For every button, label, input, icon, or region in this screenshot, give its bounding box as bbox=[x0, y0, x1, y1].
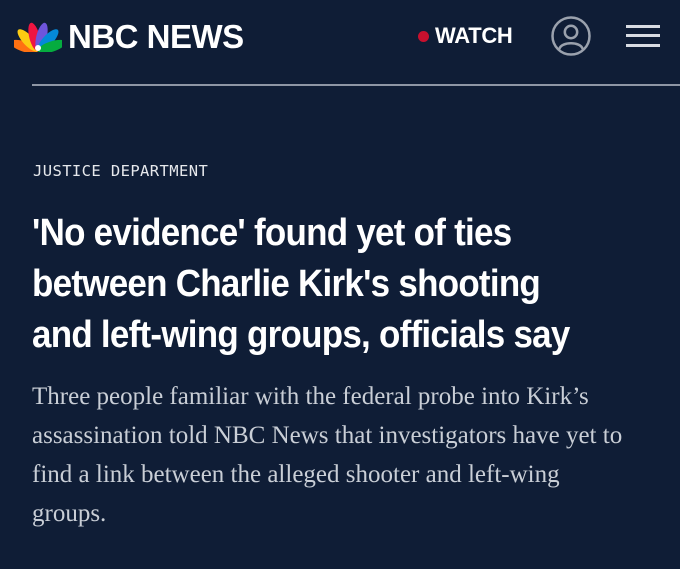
dek-line: find a link between the alleged shooter … bbox=[32, 461, 560, 488]
menu-line bbox=[626, 25, 660, 28]
user-account-icon bbox=[551, 16, 591, 56]
article-headline[interactable]: 'No evidence' found yet of ties between … bbox=[32, 208, 621, 361]
nbc-peacock-icon bbox=[14, 22, 62, 52]
live-dot-icon bbox=[418, 30, 429, 42]
section-label[interactable]: JUSTICE DEPARTMENT bbox=[33, 162, 208, 180]
headline-line: 'No evidence' found yet of ties bbox=[32, 212, 512, 254]
watch-label: WATCH bbox=[435, 23, 513, 48]
nbc-news-logo[interactable]: NBC NEWS bbox=[14, 16, 244, 56]
hamburger-menu-icon[interactable] bbox=[626, 22, 660, 50]
headline-line: and left-wing groups, officials say bbox=[32, 314, 570, 356]
article-dek: Three people familiar with the federal p… bbox=[32, 377, 662, 533]
site-header: NBC NEWS WATCH bbox=[0, 0, 680, 84]
watch-button[interactable]: WATCH bbox=[418, 20, 513, 52]
dek-line: assassination told NBC News that investi… bbox=[32, 422, 623, 449]
brand-name: NBC NEWS bbox=[68, 17, 244, 55]
menu-line bbox=[626, 34, 660, 37]
menu-line bbox=[626, 44, 660, 47]
dek-line: Three people familiar with the federal p… bbox=[32, 383, 589, 410]
header-divider bbox=[32, 84, 680, 86]
account-button[interactable] bbox=[550, 15, 592, 57]
dek-line: groups. bbox=[32, 500, 107, 527]
headline-line: between Charlie Kirk's shooting bbox=[32, 263, 541, 305]
